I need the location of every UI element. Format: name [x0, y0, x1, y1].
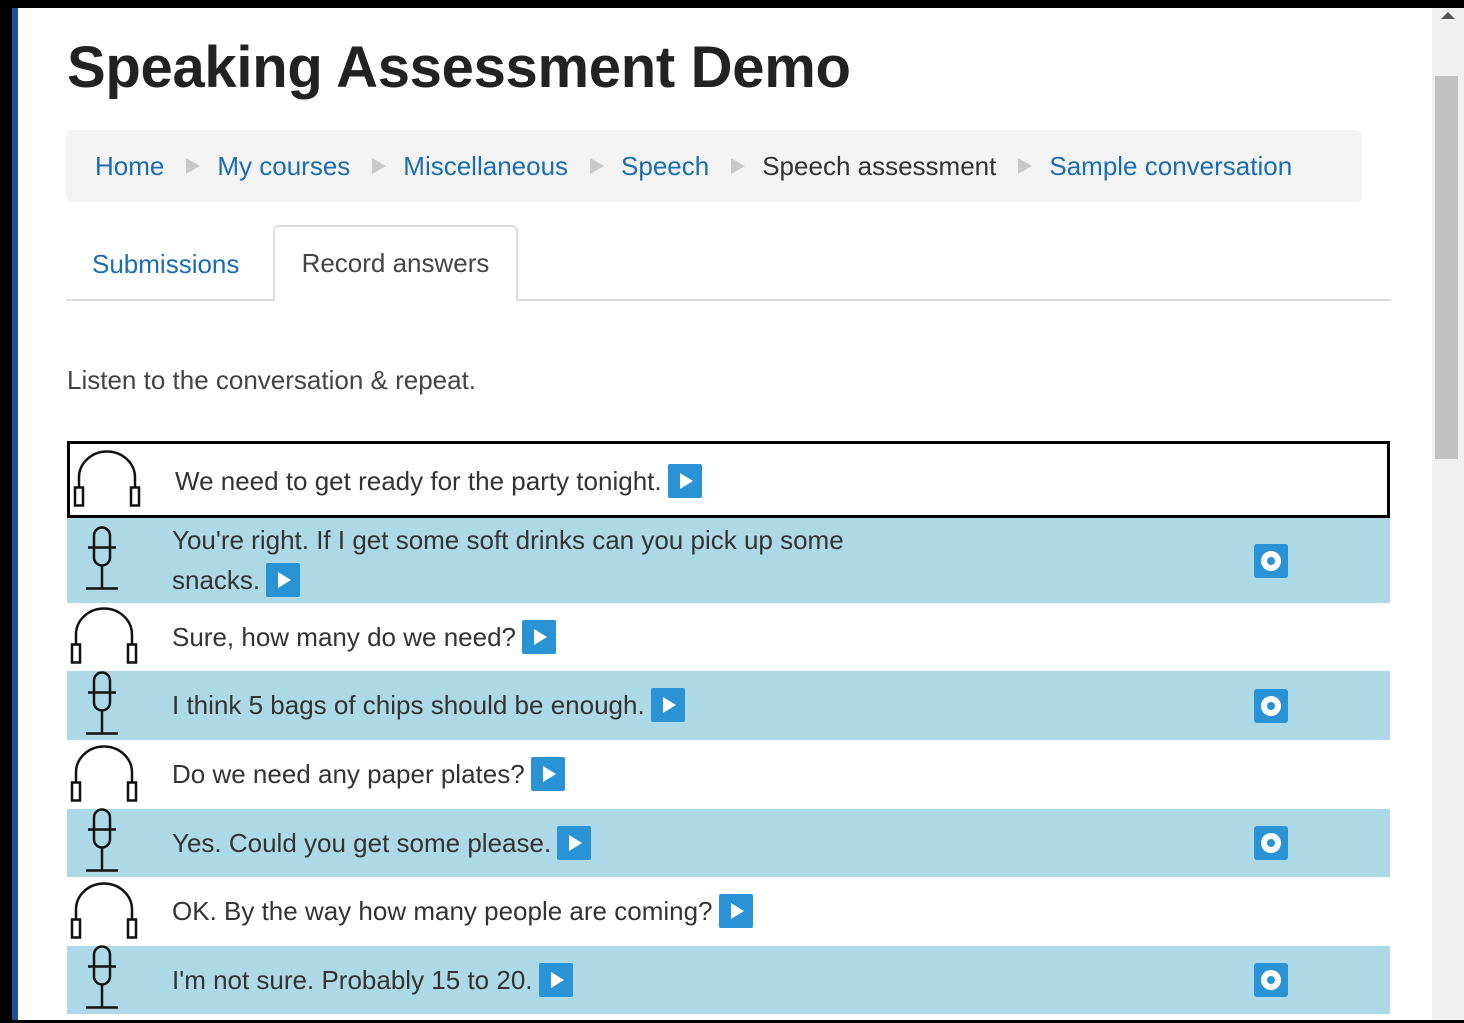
tab-record-answers-label: Record answers — [301, 248, 490, 278]
conversation-text: Yes. Could you get some please. — [172, 823, 592, 863]
play-button[interactable] — [266, 563, 301, 598]
microphone-icon — [70, 523, 138, 598]
conversation-row: You're right. If I get some soft drinks … — [67, 518, 1390, 603]
tab-submissions[interactable]: Submissions — [92, 249, 239, 280]
conversation-row: I think 5 bags of chips should be enough… — [67, 668, 1390, 743]
conversation-row: I'm not sure. Probably 15 to 20. — [67, 945, 1390, 1014]
conversation-row: Yes. Could you get some please. — [67, 808, 1390, 877]
headphones-icon — [70, 879, 138, 944]
record-button[interactable] — [1254, 963, 1288, 997]
breadcrumb-speech[interactable]: Speech — [621, 151, 709, 182]
conversation-text: Sure, how many do we need? — [172, 617, 556, 657]
breadcrumb-my-courses[interactable]: My courses — [217, 151, 350, 182]
record-button[interactable] — [1254, 543, 1288, 578]
instruction-text: Listen to the conversation & repeat. — [67, 365, 477, 395]
tabs-divider — [66, 299, 1391, 301]
conversation-row: OK. By the way how many people are comin… — [67, 877, 1390, 946]
play-button[interactable] — [557, 826, 592, 861]
breadcrumb-separator-icon — [186, 158, 201, 174]
record-button[interactable] — [1254, 688, 1288, 723]
breadcrumb-separator-icon — [372, 158, 387, 174]
conversation-text: You're right. If I get some soft drinks … — [172, 520, 844, 600]
conversation-text: I think 5 bags of chips should be enough… — [172, 685, 685, 725]
headphones-icon — [73, 447, 141, 512]
scroll-up-arrow-icon[interactable] — [1441, 12, 1455, 19]
headphones-icon — [70, 742, 138, 807]
conversation-row: Do we need any paper plates? — [67, 740, 1390, 809]
microphone-icon — [70, 943, 138, 1018]
microphone-icon — [70, 806, 138, 881]
conversation-row[interactable]: We need to get ready for the party tonig… — [67, 441, 1390, 518]
breadcrumb-home[interactable]: Home — [95, 151, 164, 182]
tab-record-answers[interactable]: Record answers — [273, 225, 518, 302]
breadcrumb: Home My courses Miscellaneous Speech Spe… — [66, 130, 1362, 202]
breadcrumb-separator-icon — [590, 158, 605, 174]
play-button[interactable] — [667, 464, 702, 499]
play-button[interactable] — [718, 894, 753, 929]
play-button[interactable] — [530, 757, 565, 792]
conversation-text: We need to get ready for the party tonig… — [175, 461, 702, 501]
vertical-scrollbar[interactable] — [1432, 8, 1464, 1020]
scrollbar-thumb[interactable] — [1435, 76, 1458, 459]
conversation-text: OK. By the way how many people are comin… — [172, 891, 753, 931]
play-button[interactable] — [650, 688, 685, 723]
breadcrumb-speech-assessment: Speech assessment — [762, 150, 997, 181]
conversation-text: I'm not sure. Probably 15 to 20. — [172, 960, 573, 1000]
page-title: Speaking Assessment Demo — [67, 35, 851, 100]
record-button[interactable] — [1254, 826, 1288, 860]
headphones-icon — [70, 605, 138, 670]
breadcrumb-miscellaneous[interactable]: Miscellaneous — [403, 151, 568, 182]
microphone-icon — [70, 668, 138, 743]
play-button[interactable] — [538, 963, 573, 998]
conversation-text: Do we need any paper plates? — [172, 754, 565, 794]
conversation-row: Sure, how many do we need? — [67, 603, 1390, 671]
breadcrumb-sample-conversation[interactable]: Sample conversation — [1049, 151, 1292, 182]
breadcrumb-separator-icon — [731, 158, 746, 174]
play-button[interactable] — [522, 620, 556, 655]
browser-window: Speaking Assessment Demo Home My courses… — [12, 8, 1464, 1020]
breadcrumb-separator-icon — [1018, 158, 1033, 174]
